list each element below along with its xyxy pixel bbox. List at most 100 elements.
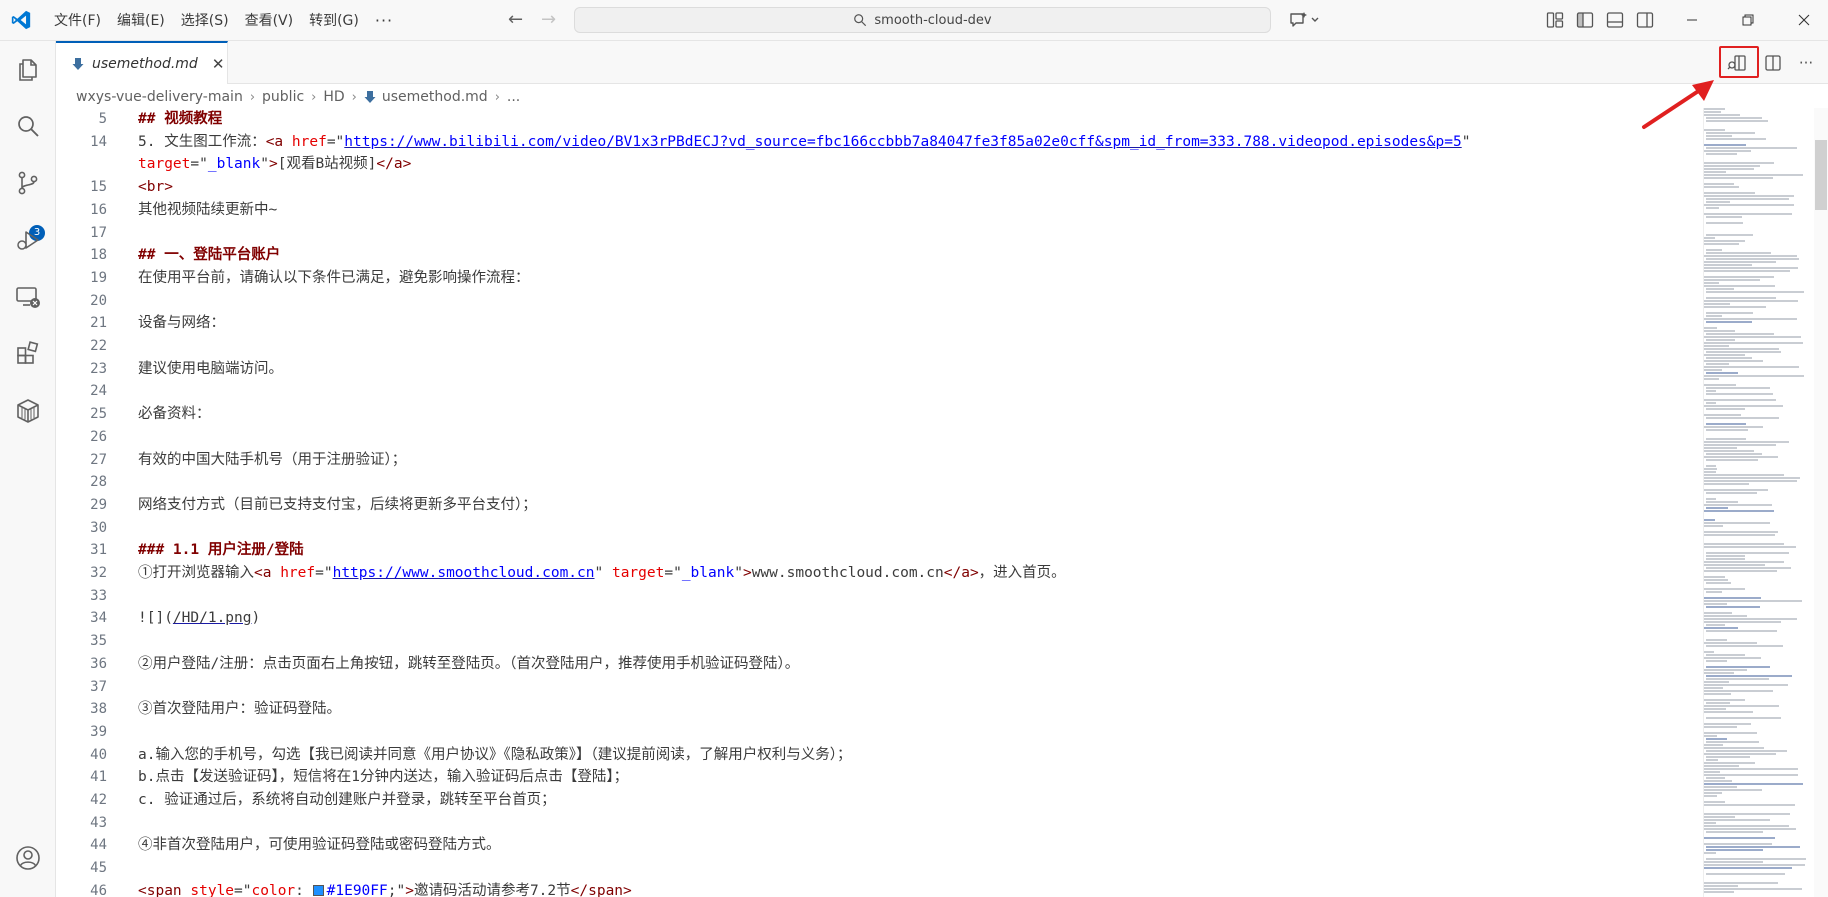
code-line[interactable]: 14 5. 文生图工作流：<a href="https://www.bilibil… [56,131,1696,154]
source-control-icon[interactable] [14,169,42,197]
code-line[interactable]: 42 c. 验证通过后，系统将自动创建账户并登录，跳转至平台首页； [56,789,1696,812]
more-actions-button[interactable]: ··· [1795,52,1817,74]
code-line[interactable]: 18 ## 一、登陆平台账户 [56,244,1696,267]
code-line[interactable]: target="_blank">[观看B站视频]</a> [56,153,1696,176]
code-token: " [594,565,612,581]
code-line[interactable]: 44 ④非首次登陆用户，可使用验证码登陆或密码登陆方式。 [56,834,1696,857]
breadcrumb-folder-hd[interactable]: HD [323,89,344,105]
code-line[interactable]: 23 建议使用电脑端访问。 [56,358,1696,381]
line-number: 35 [90,633,107,650]
code-line[interactable]: 16 其他视频陆续更新中~ [56,199,1696,222]
color-swatch-icon[interactable] [312,884,324,896]
close-window-icon[interactable] [1792,8,1816,32]
minimap-line [1704,456,1778,458]
code-line[interactable]: 35 [56,630,1696,653]
code-line[interactable]: 31 ### 1.1 用户注册/登陆 [56,539,1696,562]
search-icon[interactable] [14,112,42,140]
minimap-line [1704,270,1791,272]
breadcrumb-folder-public[interactable]: public [262,89,304,105]
customize-layout-icon[interactable] [1545,10,1565,30]
minimap-line [1704,615,1747,617]
minimize-icon[interactable] [1680,8,1704,32]
extensions-icon[interactable] [14,340,42,368]
minimap-line [1704,318,1797,320]
toggle-panel-icon[interactable] [1605,10,1625,30]
breadcrumb-symbols[interactable]: ... [507,89,520,105]
code-line[interactable]: 24 [56,380,1696,403]
line-number: 22 [90,338,107,354]
code-line[interactable]: 46 <span style="color: #1E90FF;">邀请码活动请参考… [56,880,1696,897]
code-line[interactable]: 5 ## 视频教程 [56,108,1696,131]
minimap-line [1704,375,1804,377]
code-line[interactable]: 45 [56,857,1696,880]
markdown-file-icon [72,57,84,70]
code-line[interactable]: 21 设备与网络： [56,312,1696,335]
code-token: ①打开浏览器输入 [138,565,254,581]
account-icon[interactable] [14,844,42,872]
minimap-line [1706,198,1789,200]
menu-file[interactable]: 文件(F) [46,7,109,35]
breadcrumb-folder-root[interactable]: wxys-vue-delivery-main [76,89,243,105]
scrollbar-thumb[interactable] [1815,140,1827,210]
copilot-chat-icon[interactable] [1287,9,1321,31]
code-line[interactable]: 32 ①打开浏览器输入<a href="https://www.smoothclo… [56,562,1696,585]
toggle-secondary-sidebar-icon[interactable] [1635,10,1655,30]
code-line[interactable]: 28 [56,471,1696,494]
code-line[interactable]: 22 [56,335,1696,358]
minimap-line [1706,873,1786,875]
package-icon[interactable] [14,397,42,425]
back-arrow-icon[interactable]: ← [508,10,523,30]
code-line[interactable]: 33 [56,585,1696,608]
code-line[interactable]: 40 a.输入您的手机号，勾选【我已阅读并同意《用户协议》《隐私政策》】（建议提前… [56,744,1696,767]
code-line[interactable]: 37 [56,676,1696,699]
editor-text-area[interactable]: 5 ## 视频教程 14 5. 文生图工作流：<a href="https://www… [56,108,1696,897]
code-text: ## 视频教程 [138,108,222,131]
tab-usemethod-md[interactable]: usemethod.md ✕ [56,41,228,84]
minimap[interactable] [1704,108,1812,897]
code-text: 设备与网络： [138,312,225,335]
code-line[interactable]: 15 <br> [56,176,1696,199]
code-token: c. 验证通过后，系统将自动创建账户并登录，跳转至平台首页； [138,792,556,808]
minimap-line [1704,447,1738,449]
breadcrumb-file[interactable]: usemethod.md [382,89,488,105]
code-line[interactable]: 34 ![](/HD/1.png) [56,607,1696,630]
line-number: 15 [90,179,107,196]
code-line[interactable]: 30 [56,517,1696,540]
code-line[interactable]: 29 网络支付方式（目前已支持支付宝，后续将更新多平台支付）； [56,494,1696,517]
split-editor-icon[interactable] [1762,52,1784,74]
code-line[interactable]: 41 b.点击【发送验证码】，短信将在1分钟内送达，输入验证码后点击【登陆】； [56,766,1696,789]
code-line[interactable]: 20 [56,290,1696,313]
explorer-icon[interactable] [14,55,42,83]
menu-view[interactable]: 查看(V) [237,7,302,35]
minimap-line [1706,216,1742,218]
command-center-search[interactable]: smooth-cloud-dev [574,7,1271,33]
vertical-scrollbar[interactable] [1814,108,1828,897]
code-line[interactable]: 25 必备资料： [56,403,1696,426]
minimap-line [1704,531,1778,533]
menu-go[interactable]: 转到(G) [301,7,367,35]
minimap-line [1704,747,1765,749]
toggle-primary-sidebar-icon[interactable] [1575,10,1595,30]
code-line[interactable]: 27 有效的中国大陆手机号（用于注册验证）； [56,449,1696,472]
minimap-line [1706,666,1771,668]
minimap-line [1706,288,1735,290]
menu-edit[interactable]: 编辑(E) [109,7,173,35]
tab-close-icon[interactable]: ✕ [212,55,225,73]
menu-more-button[interactable]: ··· [367,7,401,35]
code-token: #1E90FF [326,882,388,897]
code-line[interactable]: 39 [56,721,1696,744]
code-line[interactable]: 17 [56,222,1696,245]
minimap-line [1704,774,1799,776]
line-number: 33 [90,587,107,604]
code-line[interactable]: 36 ②用户登陆/注册：点击页面右上角按钮，跳转至登陆页。（首次登陆用户，推荐使用… [56,653,1696,676]
remote-explorer-icon[interactable] [14,283,42,311]
forward-arrow-icon[interactable]: → [541,10,556,30]
code-line[interactable]: 26 [56,426,1696,449]
code-line[interactable]: 43 [56,812,1696,835]
restore-icon[interactable] [1736,8,1760,32]
run-debug-icon[interactable] [14,226,42,254]
minimap-line [1706,132,1755,134]
menu-selection[interactable]: 选择(S) [173,7,237,35]
code-line[interactable]: 19 在使用平台前，请确认以下条件已满足，避免影响操作流程： [56,267,1696,290]
code-line[interactable]: 38 ③首次登陆用户：验证码登陆。 [56,698,1696,721]
